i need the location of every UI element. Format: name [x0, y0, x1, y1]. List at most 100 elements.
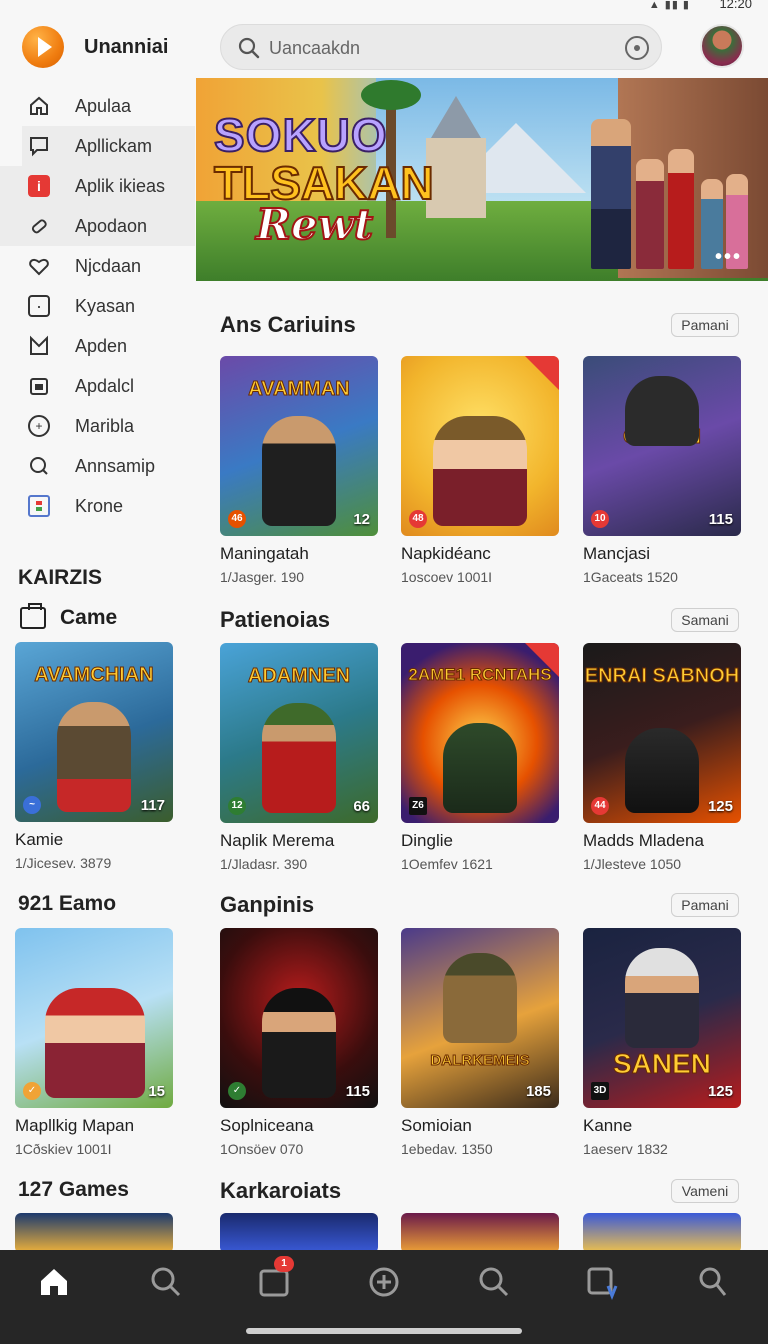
game-card[interactable]: SANEN 125 3D Kanne 1aeserv 1832 [583, 928, 741, 1157]
section-see-all-button[interactable]: Pamani [671, 313, 739, 337]
left-heading: 921 Eamo [18, 892, 117, 915]
game-card[interactable] [220, 1213, 378, 1253]
status-time: 12:20 [719, 0, 752, 11]
game-card[interactable] [401, 1213, 559, 1253]
nav-library-button[interactable] [584, 1264, 620, 1301]
sidebar-item-apden[interactable]: Apden [0, 326, 195, 366]
game-badge: ✓ [23, 1082, 41, 1100]
sidebar-item-apllickam[interactable]: Apllickam [22, 126, 195, 166]
sidebar-item-annsamip[interactable]: Annsamip [0, 446, 195, 486]
hero-character [668, 149, 694, 269]
game-art-title: 2AME1 RCNTAHS [408, 665, 552, 685]
avatar[interactable] [700, 24, 744, 68]
sidebar-item-kyasan[interactable]: · Kyasan [0, 286, 195, 326]
game-card[interactable]: 15 ✓ Mapllkig Mapan 1Cðskiev 1001I [15, 928, 173, 1157]
game-category[interactable]: Came [20, 603, 117, 630]
nav-profile-button[interactable] [694, 1264, 730, 1300]
hero-character [636, 159, 664, 269]
game-rating: 125 [707, 1083, 733, 1100]
search-icon [28, 455, 50, 477]
game-card[interactable]: 48 Napkidéanc 1oscoev 1001I [401, 356, 559, 585]
sidebar-item-label: Annsamip [75, 455, 156, 476]
sidebar-item-krone[interactable]: Krone [0, 486, 195, 526]
app-logo-icon[interactable] [22, 26, 64, 68]
game-thumbnail [401, 1213, 559, 1253]
left-heading: KAIRZIS [18, 566, 102, 589]
search-input[interactable] [269, 35, 609, 61]
sidebar-item-apodaon[interactable]: Apodaon [0, 206, 195, 246]
game-badge: 48 [409, 510, 427, 528]
sidebar-item-label: Apllickam [75, 135, 153, 156]
game-card[interactable]: ENRAI SABNOH 125 44 Madds Mladena 1/Jles… [583, 643, 741, 872]
sidebar-item-njcdaan[interactable]: Njcdaan [0, 246, 195, 286]
game-subtitle: 1/Jasger. 190 [220, 569, 305, 585]
search-icon [151, 1267, 181, 1297]
game-subtitle: 1Cðskiev 1001I [15, 1141, 112, 1157]
voice-search-icon[interactable] [625, 36, 649, 60]
game-subtitle: 1aeserv 1832 [583, 1141, 668, 1157]
sidebar-item-aplik-ikieas[interactable]: i Aplik ikieas [0, 166, 195, 206]
sidebar-item-maribla[interactable]: + Maribla [0, 406, 195, 446]
compass-icon: + [28, 415, 50, 437]
game-card[interactable]: 2AME1 RCNTAHS Z6 Dinglie 1Oemfev 1621 [401, 643, 559, 872]
game-thumbnail: ENRAI SABNOH 125 44 [583, 643, 741, 823]
section-see-all-button[interactable]: Vameni [671, 1179, 739, 1203]
game-character [625, 948, 699, 1048]
game-card[interactable]: AVAMMAN 12 46 Maningatah 1/Jasger. 190 [220, 356, 378, 585]
game-subtitle: 1/Jicesev. 3879 [15, 855, 112, 871]
game-thumbnail [15, 1213, 173, 1253]
hero-title-line3: Rewt [255, 199, 374, 250]
chat-icon [28, 135, 50, 157]
game-card[interactable] [583, 1213, 741, 1253]
game-card[interactable]: CIADAN 115 10 Mancjasi 1Gaceats 1520 [583, 356, 741, 585]
new-ribbon [525, 356, 559, 390]
sidebar-item-apulaa[interactable]: Apulaa [0, 86, 195, 126]
nav-search-button[interactable] [148, 1264, 184, 1300]
home-indicator[interactable] [246, 1328, 522, 1334]
hero-character [591, 119, 631, 269]
game-rating: 185 [525, 1083, 551, 1100]
heart-icon [28, 255, 50, 277]
game-card[interactable]: ADAMNEN 66 12 Naplik Merema 1/Jladasr. 3… [220, 643, 378, 872]
search-bar[interactable] [220, 24, 662, 70]
game-title: Napkidéanc [401, 544, 491, 563]
sidebar-item-label: Krone [75, 495, 124, 516]
game-thumbnail: 48 [401, 356, 559, 536]
more-icon[interactable]: ••• [715, 246, 742, 269]
section-see-all-button[interactable]: Pamani [671, 893, 739, 917]
add-icon [369, 1267, 399, 1297]
game-rating: 12 [353, 511, 370, 528]
game-card[interactable] [15, 1213, 173, 1253]
game-title: Mapllkig Mapan [15, 1116, 135, 1135]
sidebar-item-label: Apulaa [75, 95, 132, 116]
game-character [57, 702, 131, 812]
game-title: Somioian [401, 1116, 472, 1135]
game-title: Madds Mladena [583, 831, 704, 850]
game-card[interactable]: AVAMCHIAN 117 ~ Kamie 1/Jicesev. 3879 [15, 642, 173, 871]
game-title: Maningatah [220, 544, 309, 563]
nav-calendar-button[interactable]: 1 [256, 1256, 294, 1300]
section-title: Karkaroiats [220, 1178, 342, 1203]
sidebar-item-label: Apden [75, 335, 128, 356]
game-character [443, 723, 517, 813]
section-see-all-button[interactable]: Samani [671, 608, 739, 632]
game-badge: 12 [228, 797, 246, 815]
nav-explore-button[interactable] [476, 1264, 512, 1300]
game-subtitle: 1oscoev 1001I [401, 569, 493, 585]
game-thumbnail: 2AME1 RCNTAHS Z6 [401, 643, 559, 823]
game-character [433, 416, 527, 526]
hero-banner[interactable]: SOKUO TLSAKAN Rewt ••• [196, 78, 768, 281]
nav-add-button[interactable] [366, 1264, 402, 1300]
game-thumbnail: DALRKEMEIS 185 [401, 928, 559, 1108]
hero-temple [426, 96, 486, 218]
game-subtitle: 1Gaceats 1520 [583, 569, 678, 585]
sidebar-item-label: Maribla [75, 415, 135, 436]
game-rating: 115 [345, 1083, 370, 1100]
game-thumbnail [583, 1213, 741, 1253]
sidebar-item-apdalcl[interactable]: Apdalcl [0, 366, 195, 406]
game-card[interactable]: 115 ✓ Soplniceana 1Onsöev 070 [220, 928, 378, 1157]
game-thumbnail: ADAMNEN 66 12 [220, 643, 378, 823]
game-card[interactable]: DALRKEMEIS 185 Somioian 1ebedav. 1350 [401, 928, 559, 1157]
nav-home-button[interactable] [36, 1264, 72, 1300]
game-title: Kanne [583, 1116, 633, 1135]
